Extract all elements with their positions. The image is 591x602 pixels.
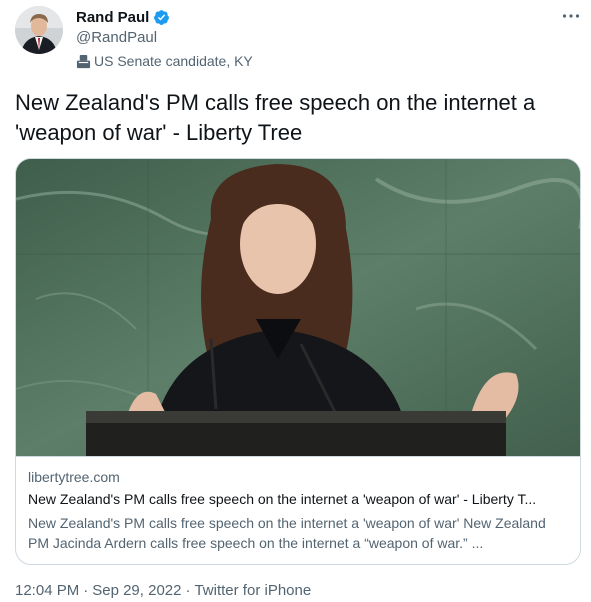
- author-name-row: Rand Paul: [76, 7, 170, 27]
- author-display-name[interactable]: Rand Paul: [76, 9, 149, 26]
- more-horizontal-icon[interactable]: [558, 6, 584, 26]
- avatar[interactable]: [15, 6, 63, 54]
- tweet-date[interactable]: Sep 29, 2022: [92, 582, 181, 599]
- verified-badge-icon: [153, 9, 170, 26]
- tweet-source[interactable]: Twitter for iPhone: [194, 582, 311, 599]
- card-description: New Zealand's PM calls free speech on th…: [28, 515, 546, 551]
- link-card[interactable]: libertytree.com New Zealand's PM calls f…: [15, 158, 581, 565]
- card-image[interactable]: [16, 159, 580, 456]
- ballot-box-icon: [76, 54, 91, 69]
- author-label: US Senate candidate, KY: [76, 52, 253, 70]
- card-title: New Zealand's PM calls free speech on th…: [28, 491, 537, 507]
- tweet-text: New Zealand's PM calls free speech on th…: [15, 90, 536, 145]
- tweet-time[interactable]: 12:04 PM: [15, 582, 79, 599]
- card-body[interactable]: libertytree.com New Zealand's PM calls f…: [16, 456, 580, 564]
- meta-separator: ·: [83, 582, 89, 599]
- card-domain: libertytree.com: [28, 469, 120, 485]
- tweet-metadata: 12:04 PM · Sep 29, 2022 · Twitter for iP…: [15, 582, 311, 599]
- meta-separator: ·: [185, 582, 191, 599]
- author-label-text: US Senate candidate, KY: [94, 53, 253, 69]
- tweet: Rand Paul @RandPaul US Senate candidate,…: [0, 0, 591, 602]
- author-handle[interactable]: @RandPaul: [76, 29, 157, 46]
